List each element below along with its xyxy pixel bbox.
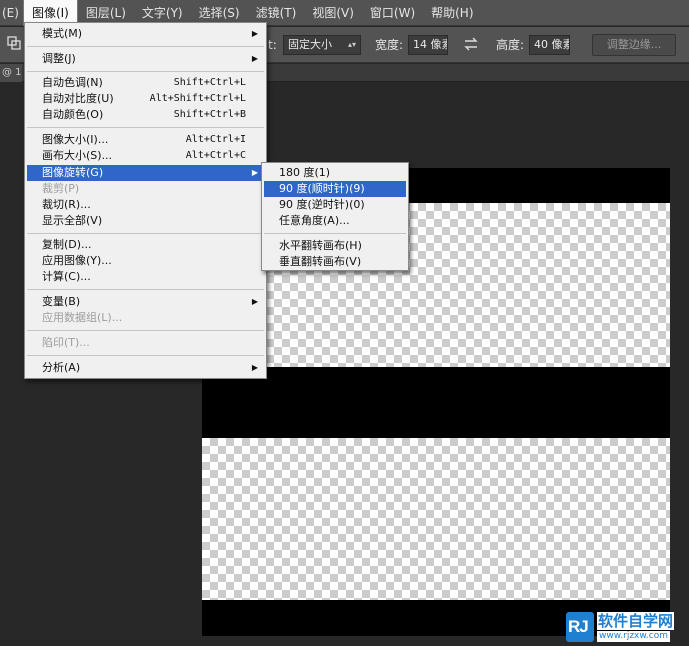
submenu-arrow-icon: ▶: [251, 54, 258, 63]
menu-item-trim[interactable]: 裁切(R)...: [27, 197, 264, 213]
watermark-brand: 软件自学网: [597, 612, 675, 630]
menu-item-analysis[interactable]: 分析(A) ▶: [27, 360, 264, 376]
menu-item-canvas-size[interactable]: 画布大小(S)... Alt+Ctrl+C: [27, 148, 264, 164]
menu-separator: [27, 127, 264, 128]
submenu-arrow-icon: ▶: [251, 29, 258, 38]
menu-separator: [27, 71, 264, 72]
menu-item-reveal-all[interactable]: 显示全部(V): [27, 213, 264, 229]
menu-item-calculations[interactable]: 计算(C)...: [27, 269, 264, 285]
menu-item-variables[interactable]: 变量(B) ▶: [27, 294, 264, 310]
menu-help[interactable]: 帮助(H): [423, 0, 481, 26]
swap-icon[interactable]: [462, 35, 480, 53]
height-input[interactable]: 40 像素: [529, 35, 570, 55]
style-label: t:: [268, 38, 277, 52]
menu-item-duplicate[interactable]: 复制(D)...: [27, 237, 264, 253]
menu-item-trap[interactable]: 陷印(T)...: [27, 335, 264, 351]
menu-separator: [27, 46, 264, 47]
height-label: 高度:: [496, 38, 525, 52]
menu-separator: [27, 289, 264, 290]
menu-item-adjustments[interactable]: 调整(J) ▶: [27, 51, 264, 67]
width-label: 宽度:: [375, 38, 404, 52]
menu-item-mode[interactable]: 模式(M) ▶: [27, 26, 264, 42]
menu-item-auto-tone[interactable]: 自动色调(N) Shift+Ctrl+L: [27, 75, 264, 91]
width-input[interactable]: 14 像素: [408, 35, 448, 55]
refine-edge-button[interactable]: 调整边缘...: [592, 34, 676, 56]
menu-separator: [27, 330, 264, 331]
site-watermark: RJ 软件自学网 www.rjzxw.com: [566, 612, 684, 642]
document-tab[interactable]: @ 1: [0, 64, 22, 82]
menu-item-auto-color[interactable]: 自动颜色(O) Shift+Ctrl+B: [27, 107, 264, 123]
watermark-url: www.rjzxw.com: [597, 631, 670, 642]
style-select-value: 固定大小: [288, 38, 332, 51]
chevron-updown-icon: ▴▾: [347, 40, 356, 49]
submenu-arrow-icon: ▶: [251, 168, 258, 177]
menu-item-flip-vertical[interactable]: 垂直翻转画布(V): [264, 254, 406, 270]
menu-separator: [27, 355, 264, 356]
menu-view[interactable]: 视图(V): [304, 0, 362, 26]
style-select[interactable]: 固定大小 ▴▾: [283, 35, 361, 55]
menu-separator: [27, 233, 264, 234]
menu-item-image-rotation[interactable]: 图像旋转(G) ▶: [27, 165, 264, 181]
menu-separator: [264, 233, 406, 234]
menu-item-rotate-180[interactable]: 180 度(1): [264, 165, 406, 181]
menu-edit-fragment[interactable]: (E): [0, 0, 23, 26]
image-menu-dropdown: 模式(M) ▶ 调整(J) ▶ 自动色调(N) Shift+Ctrl+L 自动对比度(…: [24, 22, 267, 379]
menu-item-apply-image[interactable]: 应用图像(Y)...: [27, 253, 264, 269]
tool-preset-icon[interactable]: [6, 35, 22, 51]
menu-item-rotate-90-ccw[interactable]: 90 度(逆时针)(0): [264, 197, 406, 213]
transparent-region-bottom: [202, 438, 670, 600]
menu-item-image-size[interactable]: 图像大小(I)... Alt+Ctrl+I: [27, 132, 264, 148]
submenu-arrow-icon: ▶: [251, 363, 258, 372]
submenu-arrow-icon: ▶: [251, 297, 258, 306]
menu-item-arbitrary-angle[interactable]: 任意角度(A)...: [264, 213, 406, 229]
menu-item-rotate-90-cw[interactable]: 90 度(顺时针)(9): [264, 181, 406, 197]
image-rotation-submenu: 180 度(1) 90 度(顺时针)(9) 90 度(逆时针)(0) 任意角度(…: [261, 162, 409, 271]
menu-item-flip-horizontal[interactable]: 水平翻转画布(H): [264, 238, 406, 254]
menu-window[interactable]: 窗口(W): [362, 0, 423, 26]
menu-item-apply-data-set[interactable]: 应用数据组(L)...: [27, 310, 264, 326]
menu-item-auto-contrast[interactable]: 自动对比度(U) Alt+Shift+Ctrl+L: [27, 91, 264, 107]
watermark-logo: RJ: [566, 612, 594, 642]
menu-item-crop[interactable]: 裁剪(P): [27, 181, 264, 197]
